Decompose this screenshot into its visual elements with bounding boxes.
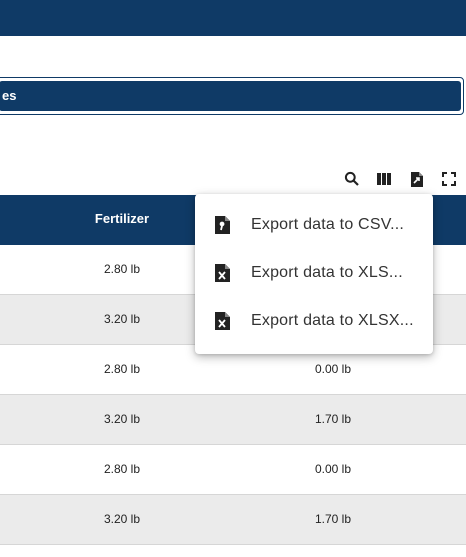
export-csv-label: Export data to CSV... (251, 216, 405, 233)
fertilizer-cell: 2.80 lb (103, 362, 141, 376)
fertilizer-cell: 3.20 lb (103, 412, 141, 426)
amount-cell: 1.70 lb (314, 412, 352, 426)
xls-file-icon (214, 263, 232, 283)
fullscreen-icon[interactable] (438, 168, 460, 190)
export-xls-menu-item[interactable]: Export data to XLS... (195, 249, 433, 297)
export-csv-menu-item[interactable]: Export data to CSV... (195, 201, 433, 249)
column-header-fertilizer[interactable]: Fertilizer (62, 195, 182, 245)
export-xls-label: Export data to XLS... (251, 264, 403, 281)
table-row[interactable]: 3.20 lb 1.70 lb (0, 395, 466, 445)
xlsx-file-icon (214, 311, 232, 331)
fertilizer-cell: 2.80 lb (103, 462, 141, 476)
fertilizer-cell: 3.20 lb (103, 312, 141, 326)
section-title: es (2, 88, 17, 103)
csv-file-icon (214, 215, 232, 235)
view-columns-icon[interactable] (373, 168, 395, 190)
amount-cell: 0.00 lb (314, 462, 352, 476)
export-xlsx-label: Export data to XLSX... (251, 312, 414, 329)
fertilizer-cell: 3.20 lb (103, 512, 141, 526)
search-icon[interactable] (341, 168, 363, 190)
table-row[interactable]: 2.80 lb 0.00 lb (0, 445, 466, 495)
app-header-bar (0, 0, 466, 36)
export-xlsx-menu-item[interactable]: Export data to XLSX... (195, 297, 433, 345)
amount-cell: 1.70 lb (314, 512, 352, 526)
table-row[interactable]: 3.20 lb 1.70 lb (0, 495, 466, 545)
section-header-outline: es (0, 77, 464, 115)
fertilizer-cell: 2.80 lb (103, 262, 141, 276)
export-menu: Export data to CSV... Export data to XLS… (195, 194, 433, 354)
export-file-icon[interactable] (406, 168, 428, 190)
section-header[interactable]: es (0, 81, 461, 111)
